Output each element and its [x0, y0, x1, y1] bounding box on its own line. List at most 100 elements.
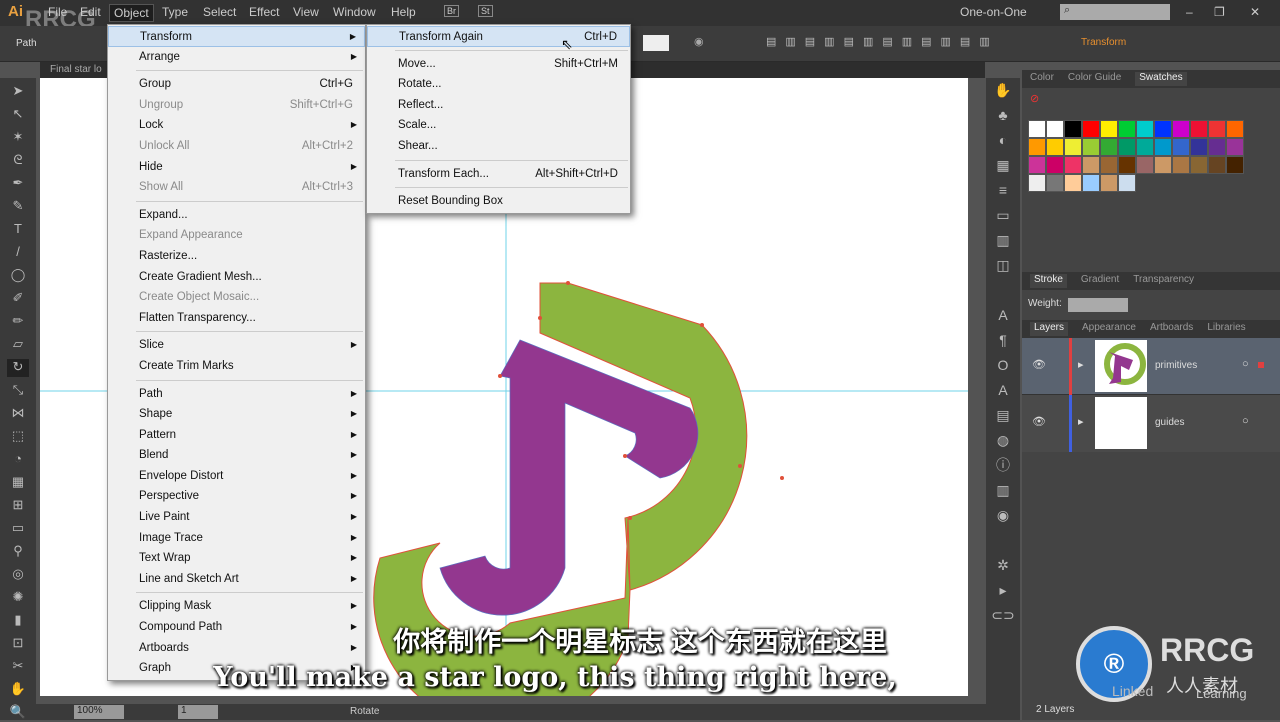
- menu-window[interactable]: Window: [333, 5, 376, 19]
- weight-input[interactable]: [1067, 298, 1128, 312]
- perspective-grid-icon[interactable]: ▦: [7, 474, 29, 492]
- swatch[interactable]: [1028, 120, 1046, 138]
- lasso-icon[interactable]: ᘓ: [7, 152, 29, 170]
- zoom-tool-icon[interactable]: 🔍: [7, 704, 29, 722]
- swatch[interactable]: [1208, 156, 1226, 174]
- swatch[interactable]: [1064, 138, 1082, 156]
- menu-item-rotate[interactable]: Rotate...: [367, 74, 630, 95]
- tab-appearance[interactable]: Appearance: [1082, 322, 1136, 336]
- menu-item-group[interactable]: Group Ctrl+G: [108, 74, 365, 95]
- swatch[interactable]: [1100, 156, 1118, 174]
- swatch[interactable]: [1118, 156, 1136, 174]
- menu-item-clipping-mask[interactable]: Clipping Mask ▶: [108, 596, 365, 617]
- menu-item-perspective[interactable]: Perspective ▶: [108, 486, 365, 507]
- expand-arrow-icon[interactable]: ▸: [1078, 358, 1084, 371]
- menu-item-hide[interactable]: Hide ▶: [108, 157, 365, 178]
- ellipse-tool-icon[interactable]: ◯: [7, 267, 29, 285]
- menu-item-ungroup[interactable]: Ungroup Shift+Ctrl+G: [108, 95, 365, 116]
- visibility-eye-icon[interactable]: 👁: [1032, 358, 1046, 371]
- swatch[interactable]: [1172, 120, 1190, 138]
- menu-item-rasterize[interactable]: Rasterize...: [108, 246, 365, 267]
- swatch[interactable]: [1082, 120, 1100, 138]
- swatch[interactable]: [1028, 156, 1046, 174]
- swatch[interactable]: [1082, 156, 1100, 174]
- menu-item-expand-appearance[interactable]: Expand Appearance: [108, 225, 365, 246]
- swatch[interactable]: [1190, 120, 1208, 138]
- free-transform-icon[interactable]: ⬚: [7, 428, 29, 446]
- swatch[interactable]: [1082, 138, 1100, 156]
- opacity-swatch[interactable]: [643, 35, 669, 51]
- restore-button[interactable]: ❐: [1214, 5, 1225, 19]
- line-tool-icon[interactable]: /: [7, 244, 29, 262]
- swatch[interactable]: [1172, 156, 1190, 174]
- artboard-number-field[interactable]: 1: [178, 705, 218, 719]
- menu-item-scale[interactable]: Scale...: [367, 115, 630, 136]
- menu-item-line-and-sketch-art[interactable]: Line and Sketch Art ▶: [108, 569, 365, 590]
- layer-row-primitives[interactable]: 👁 ▸ primitives ○: [1022, 338, 1280, 395]
- pen-tool-icon[interactable]: ✒: [7, 175, 29, 193]
- menu-item-transform[interactable]: Transform ▶: [108, 26, 365, 47]
- menu-item-shape[interactable]: Shape ▶: [108, 404, 365, 425]
- shape-builder-icon[interactable]: ◔: [7, 451, 29, 469]
- tab-libraries[interactable]: Libraries: [1207, 322, 1245, 336]
- width-tool-icon[interactable]: ⋈: [7, 405, 29, 423]
- layer-name[interactable]: guides: [1155, 417, 1184, 428]
- tab-color-guide[interactable]: Color Guide: [1068, 72, 1121, 86]
- eraser-icon[interactable]: ▱: [7, 336, 29, 354]
- menu-item-path[interactable]: Path ▶: [108, 384, 365, 405]
- menu-item-image-trace[interactable]: Image Trace ▶: [108, 528, 365, 549]
- swatch[interactable]: [1154, 138, 1172, 156]
- swatch[interactable]: [1118, 120, 1136, 138]
- magic-wand-icon[interactable]: ✶: [7, 129, 29, 147]
- swatch[interactable]: [1046, 174, 1064, 192]
- direct-selection-tool-icon[interactable]: ↖: [7, 106, 29, 124]
- search-input[interactable]: ⌕: [1060, 4, 1170, 20]
- swatch[interactable]: [1100, 138, 1118, 156]
- menu-item-slice[interactable]: Slice ▶: [108, 335, 365, 356]
- expand-arrow-icon[interactable]: ▸: [1078, 415, 1084, 428]
- transform-link[interactable]: Transform: [1081, 37, 1126, 48]
- menu-item-show-all[interactable]: Show All Alt+Ctrl+3: [108, 177, 365, 198]
- align-icons[interactable]: ▤▥▤▥▤▥▤▥▤▥▤▥: [766, 35, 999, 48]
- menu-item-pattern[interactable]: Pattern ▶: [108, 425, 365, 446]
- target-circle-icon[interactable]: ○: [1242, 415, 1249, 427]
- target-circle-icon[interactable]: ○: [1242, 358, 1249, 370]
- swatch[interactable]: [1154, 120, 1172, 138]
- swatch[interactable]: [1028, 138, 1046, 156]
- menu-item-create-gradient-mesh[interactable]: Create Gradient Mesh...: [108, 267, 365, 288]
- swatch[interactable]: [1028, 174, 1046, 192]
- menu-item-envelope-distort[interactable]: Envelope Distort ▶: [108, 466, 365, 487]
- menu-item-create-object-mosaic[interactable]: Create Object Mosaic...: [108, 287, 365, 308]
- menu-item-move[interactable]: Move... Shift+Ctrl+M: [367, 54, 630, 75]
- swatch[interactable]: [1046, 120, 1064, 138]
- swatch[interactable]: [1208, 120, 1226, 138]
- menu-type[interactable]: Type: [162, 5, 188, 19]
- swatch[interactable]: [1208, 138, 1226, 156]
- swatch[interactable]: [1064, 156, 1082, 174]
- layer-row-guides[interactable]: 👁 ▸ guides ○: [1022, 395, 1280, 452]
- swatch[interactable]: [1190, 156, 1208, 174]
- close-button[interactable]: ✕: [1250, 5, 1260, 19]
- swatch[interactable]: [1118, 174, 1136, 192]
- menu-item-lock[interactable]: Lock ▶: [108, 115, 365, 136]
- tab-gradient[interactable]: Gradient: [1081, 274, 1119, 288]
- menu-item-unlock-all[interactable]: Unlock All Alt+Ctrl+2: [108, 136, 365, 157]
- minimize-button[interactable]: –: [1186, 5, 1193, 19]
- swatch[interactable]: [1136, 156, 1154, 174]
- menu-item-transform-again[interactable]: Transform Again Ctrl+D: [367, 26, 630, 47]
- menu-item-blend[interactable]: Blend ▶: [108, 445, 365, 466]
- swatch[interactable]: [1046, 138, 1064, 156]
- workspace-switcher[interactable]: One-on-One: [960, 5, 1027, 19]
- menu-item-create-trim-marks[interactable]: Create Trim Marks: [108, 356, 365, 377]
- eyedropper-icon[interactable]: ⚲: [7, 543, 29, 561]
- blend-tool-icon[interactable]: ◎: [7, 566, 29, 584]
- menu-object[interactable]: Object: [109, 4, 154, 22]
- recolor-icon[interactable]: ◉: [694, 35, 704, 48]
- mesh-tool-icon[interactable]: ⊞: [7, 497, 29, 515]
- swatch[interactable]: [1226, 120, 1244, 138]
- menu-effect[interactable]: Effect: [249, 5, 279, 19]
- swatch[interactable]: [1064, 120, 1082, 138]
- menu-help[interactable]: Help: [391, 5, 416, 19]
- bridge-button[interactable]: Br: [444, 5, 459, 17]
- menu-item-flatten-transparency[interactable]: Flatten Transparency...: [108, 308, 365, 329]
